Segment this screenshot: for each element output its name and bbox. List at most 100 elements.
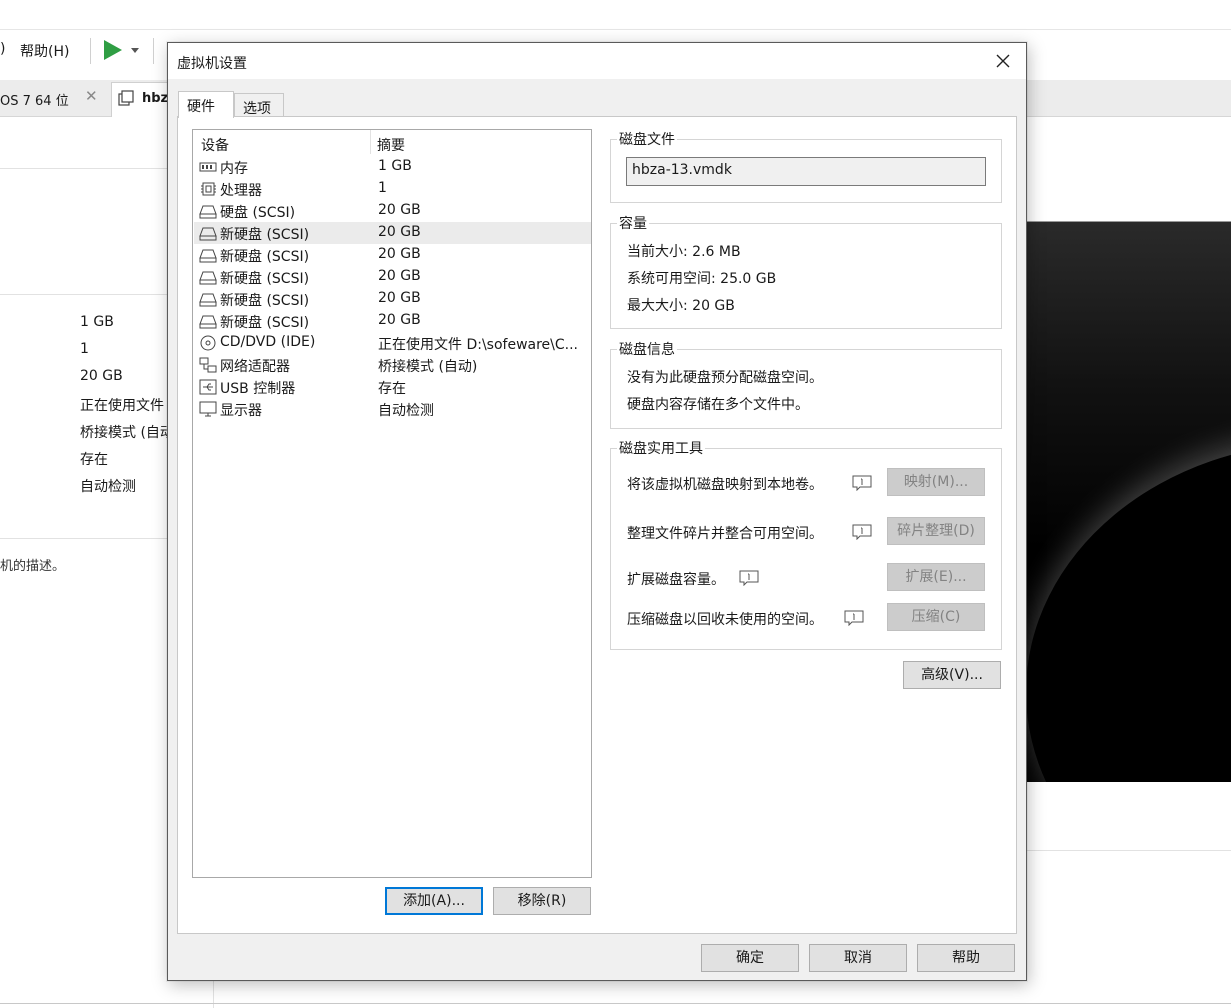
device-summary: 20 GB <box>378 312 421 328</box>
device-row-processor[interactable]: 处理器 1 <box>194 178 591 200</box>
add-device-button[interactable]: 添加(A)... <box>385 887 483 915</box>
device-row-network[interactable]: 网络适配器 桥接模式 (自动) <box>194 354 591 376</box>
menu-fragment[interactable]: ) <box>0 41 5 57</box>
device-name: 内存 <box>220 161 248 177</box>
split-files-text: 硬盘内容存储在多个文件中。 <box>627 397 809 413</box>
defrag-description: 整理文件碎片并整合可用空间。 <box>627 526 823 542</box>
cpu-icon <box>201 182 216 196</box>
capacity-group-title: 容量 <box>617 213 649 233</box>
close-icon[interactable] <box>994 52 1012 70</box>
device-list-header: 设备 摘要 <box>193 130 591 156</box>
device-name: 硬盘 (SCSI) <box>220 205 296 221</box>
summary-display: 自动检测 <box>80 479 136 495</box>
device-summary: 20 GB <box>378 202 421 218</box>
device-summary: 20 GB <box>378 268 421 284</box>
app-title-bar <box>0 0 1231 30</box>
disk-file-field[interactable]: hbza-13.vmdk <box>626 157 986 186</box>
disk-utilities-group-title: 磁盘实用工具 <box>617 438 705 458</box>
device-summary: 正在使用文件 D:\sofeware\C... <box>378 337 578 353</box>
defragment-button[interactable]: 碎片整理(D) <box>887 517 985 545</box>
disk-icon <box>199 227 217 241</box>
device-name: 新硬盘 (SCSI) <box>220 315 310 331</box>
toolbar-separator <box>153 38 154 64</box>
divider <box>0 294 170 295</box>
tab-options[interactable]: 选项 <box>234 93 284 117</box>
disk-icon <box>199 293 217 307</box>
column-divider[interactable] <box>370 130 371 154</box>
free-space-text: 系统可用空间: 25.0 GB <box>627 271 777 287</box>
tab-label: OS 7 64 位 <box>0 94 69 109</box>
monitor-icon <box>199 401 217 417</box>
vm-console-preview[interactable] <box>1026 221 1231 782</box>
dialog-title-bar: 虚拟机设置 <box>168 43 1026 79</box>
close-icon[interactable]: ✕ <box>85 87 98 105</box>
device-name: 新硬盘 (SCSI) <box>220 227 310 243</box>
device-list[interactable]: 设备 摘要 内存 1 GB 处理器 1 硬盘 (SCSI) 20 GB 新硬盘 … <box>192 129 592 878</box>
disk-info-group-title: 磁盘信息 <box>617 339 677 359</box>
device-summary: 1 <box>378 180 387 196</box>
device-row-new-hdd-3[interactable]: 新硬盘 (SCSI) 20 GB <box>194 266 591 288</box>
cd-icon <box>200 335 216 351</box>
device-name: CD/DVD (IDE) <box>220 334 316 350</box>
divider <box>0 1003 1231 1004</box>
vm-icon <box>118 90 134 106</box>
divider <box>0 538 170 539</box>
device-row-memory[interactable]: 内存 1 GB <box>194 156 591 178</box>
device-name: 新硬盘 (SCSI) <box>220 271 310 287</box>
device-name: 处理器 <box>220 183 262 199</box>
vm-description-hint[interactable]: 机的描述。 <box>0 555 65 574</box>
device-row-new-hdd-2[interactable]: 新硬盘 (SCSI) 20 GB <box>194 244 591 266</box>
tab-hardware[interactable]: 硬件 <box>178 91 234 118</box>
menu-help[interactable]: 帮助(H) <box>20 41 69 61</box>
device-row-hdd[interactable]: 硬盘 (SCSI) 20 GB <box>194 200 591 222</box>
device-summary: 20 GB <box>378 246 421 262</box>
power-on-icon[interactable] <box>100 38 124 62</box>
expand-button[interactable]: 扩展(E)... <box>887 563 985 591</box>
column-header-summary[interactable]: 摘要 <box>377 135 405 155</box>
map-description: 将该虚拟机磁盘映射到本地卷。 <box>627 477 823 493</box>
device-name: 网络适配器 <box>220 359 290 375</box>
console-image <box>1026 442 1231 782</box>
divider <box>0 168 170 169</box>
summary-usb: 存在 <box>80 452 108 468</box>
toolbar-separator <box>90 38 91 64</box>
device-summary: 桥接模式 (自动) <box>378 359 478 375</box>
current-size-text: 当前大小: 2.6 MB <box>627 244 741 260</box>
help-button[interactable]: 帮助 <box>917 944 1015 972</box>
summary-disk: 20 GB <box>80 368 123 384</box>
map-button[interactable]: 映射(M)... <box>887 468 985 496</box>
device-row-new-hdd-4[interactable]: 新硬盘 (SCSI) 20 GB <box>194 288 591 310</box>
ok-button[interactable]: 确定 <box>701 944 799 972</box>
summary-memory: 1 GB <box>80 314 114 330</box>
disk-icon <box>199 315 217 329</box>
summary-cpu: 1 <box>80 341 89 357</box>
device-row-usb[interactable]: USB 控制器 存在 <box>194 376 591 398</box>
device-row-new-hdd-5[interactable]: 新硬盘 (SCSI) 20 GB <box>194 310 591 332</box>
chevron-down-icon[interactable] <box>129 44 141 56</box>
info-tooltip-icon[interactable] <box>852 524 872 540</box>
device-name: 新硬盘 (SCSI) <box>220 293 310 309</box>
compact-button[interactable]: 压缩(C) <box>887 603 985 631</box>
compact-description: 压缩磁盘以回收未使用的空间。 <box>627 612 823 628</box>
summary-cd: 正在使用文件 <box>80 398 164 414</box>
device-row-display[interactable]: 显示器 自动检测 <box>194 398 591 420</box>
device-summary: 自动检测 <box>378 403 434 419</box>
summary-network: 桥接模式 (自动) <box>80 425 180 441</box>
column-header-device[interactable]: 设备 <box>201 135 229 155</box>
device-summary: 20 GB <box>378 290 421 306</box>
info-tooltip-icon[interactable] <box>852 475 872 491</box>
device-summary: 20 GB <box>378 224 421 240</box>
remove-device-button[interactable]: 移除(R) <box>493 887 591 915</box>
disk-icon <box>199 205 217 219</box>
divider <box>1026 850 1231 851</box>
usb-icon <box>199 379 217 395</box>
device-row-new-hdd-1[interactable]: 新硬盘 (SCSI) 20 GB <box>194 222 591 244</box>
device-summary: 存在 <box>378 381 406 397</box>
device-row-cd-dvd[interactable]: CD/DVD (IDE) 正在使用文件 D:\sofeware\C... <box>194 332 591 354</box>
info-tooltip-icon[interactable] <box>844 610 864 626</box>
info-tooltip-icon[interactable] <box>739 570 759 586</box>
advanced-button[interactable]: 高级(V)... <box>903 661 1001 689</box>
device-name: 新硬盘 (SCSI) <box>220 249 310 265</box>
cancel-button[interactable]: 取消 <box>809 944 907 972</box>
expand-description: 扩展磁盘容量。 <box>627 572 725 588</box>
